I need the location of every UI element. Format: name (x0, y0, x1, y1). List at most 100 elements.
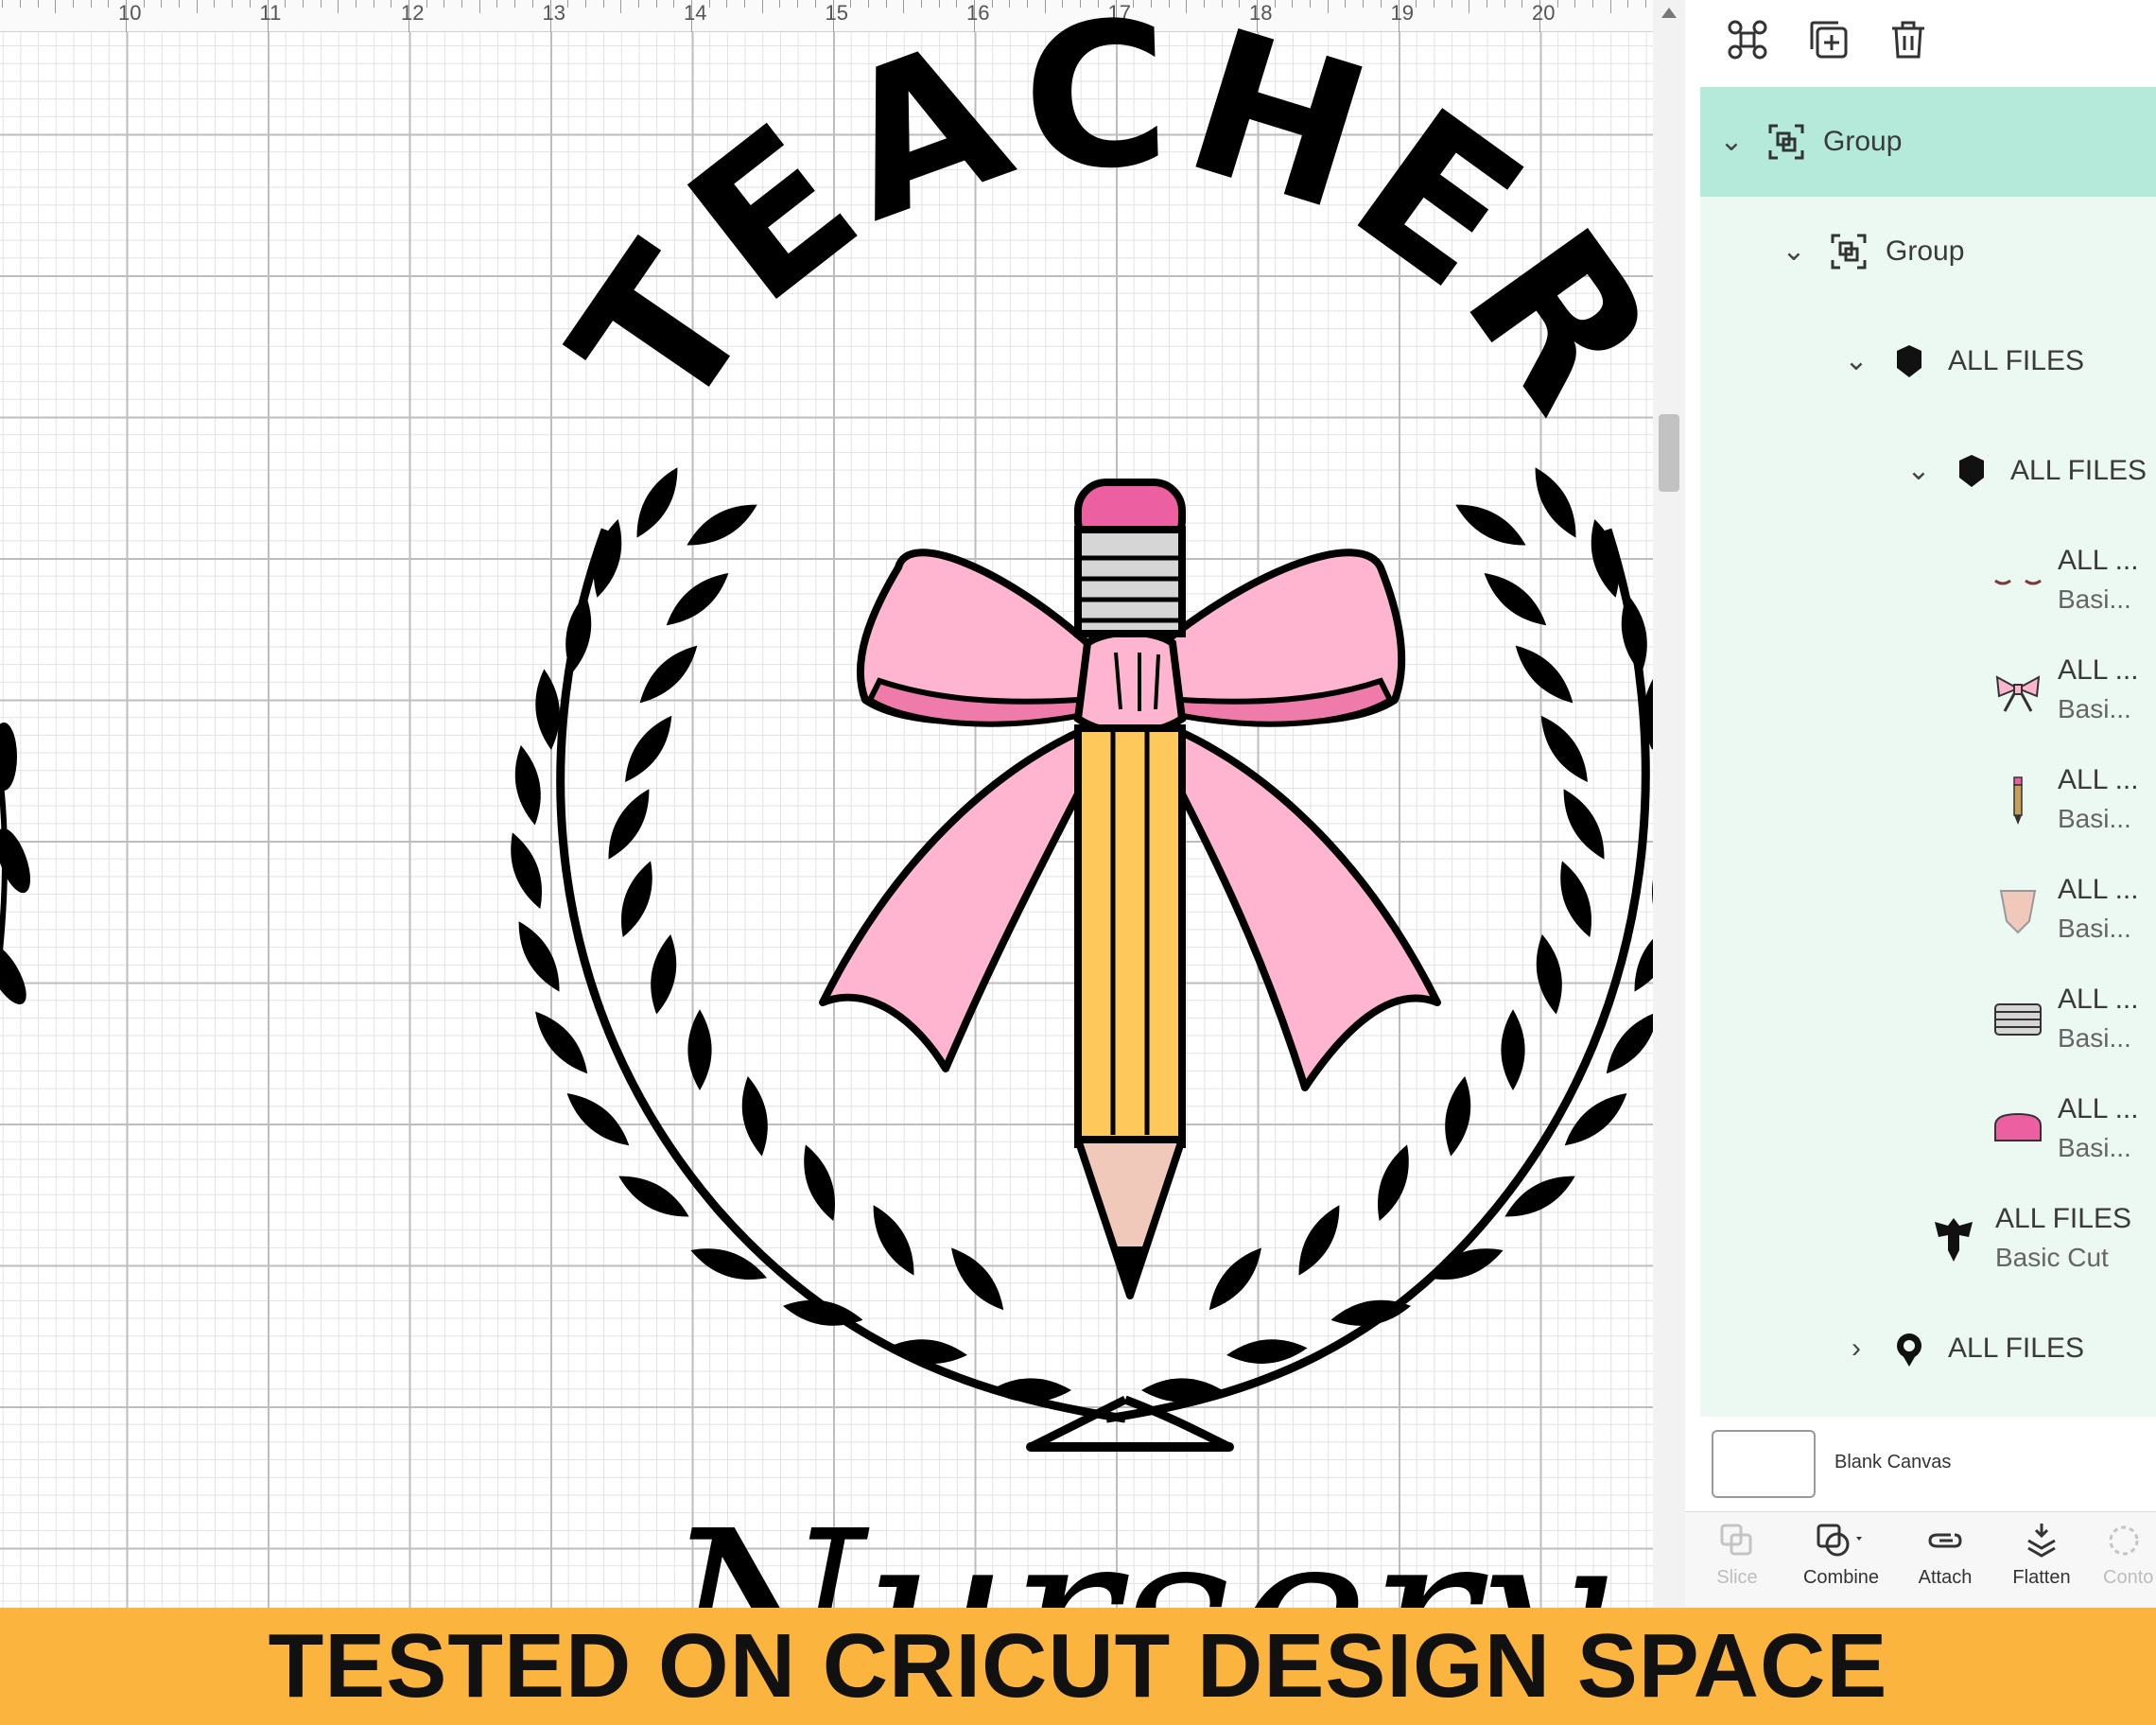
ungroup-icon[interactable] (1723, 15, 1772, 64)
duplicate-icon[interactable] (1804, 15, 1853, 64)
slice-label: Slice (1716, 1567, 1758, 1588)
flatten-icon (2027, 1524, 2056, 1558)
layer-row-group[interactable]: ⌄ Group (1700, 197, 2156, 306)
layer-sublabel: Basi... (2058, 1133, 2131, 1162)
laurel-leaf (990, 1378, 1071, 1403)
layer-row-ferrule[interactable]: ALL ... Basi... (1700, 965, 2156, 1074)
layer-sublabel: Basi... (2058, 804, 2131, 833)
laurel-leaf (794, 1141, 845, 1226)
laurel-leaf (631, 636, 706, 712)
bottom-toolbar: Slice Combine Attach Flatten Conto (1685, 1511, 2156, 1608)
design-canvas[interactable]: 10 11 12 13 14 15 16 17 18 19 20 TEACHE (0, 0, 1653, 1608)
layer-row-all-files[interactable]: ⌄ ALL FILES (1700, 416, 2156, 526)
bow-thumb (1991, 664, 2044, 717)
layer-row-eyelash[interactable]: ALL ... Basi... (1700, 526, 2156, 636)
layer-row-eraser[interactable]: ALL ... Basi... (1700, 1074, 2156, 1184)
pencil-thumb (1991, 774, 2044, 827)
combine-button[interactable]: Combine (1789, 1520, 1893, 1605)
laurel-leaf (1288, 1198, 1350, 1281)
laurel-leaf (1506, 636, 1582, 712)
layers-toolbar (1685, 0, 2156, 83)
combine-icon (1817, 1524, 1862, 1557)
laurel-leaf (1449, 494, 1532, 556)
layer-sublabel: Basi... (2058, 1023, 2131, 1053)
promo-banner: TESTED ON CRICUT DESIGN SPACE (0, 1608, 2156, 1725)
laurel-leaf (644, 932, 683, 1017)
laurel-leaf (862, 1198, 925, 1281)
delete-icon[interactable] (1884, 15, 1933, 64)
chevron-down-icon[interactable]: ⌄ (1904, 457, 1933, 485)
pencil[interactable] (1074, 479, 1186, 1299)
design-artwork[interactable]: TEACHER (0, 0, 1653, 1608)
flatten-label: Flatten (2012, 1567, 2071, 1588)
blank-canvas-label: Blank Canvas (1834, 1452, 1952, 1472)
laurel-leaf (687, 1009, 712, 1090)
laurel-leaf (1200, 1240, 1271, 1318)
slice-icon (1720, 1524, 1752, 1556)
layer-label: ALL ... (2058, 545, 2139, 576)
layer-label: ALL ... (2058, 984, 2139, 1015)
contour-button[interactable]: Conto (2090, 1520, 2156, 1605)
ferrule-thumb (1991, 993, 2044, 1046)
layer-row-group[interactable]: ⌄ Group (1700, 87, 2156, 197)
layer-sublabel: Basi... (2058, 694, 2131, 723)
layers-panel: ⌄ Group ⌄ Group ⌄ ALL FILES ⌄ ALL FILES (1685, 0, 2156, 1608)
laurel-leaf (1501, 1009, 1525, 1090)
layer-row-wood-tip[interactable]: ALL ... Basi... (1700, 855, 2156, 965)
layer-row-all-files[interactable]: ⌄ ALL FILES (1700, 306, 2156, 416)
blank-canvas-thumb[interactable] (1712, 1430, 1816, 1498)
chevron-down-icon[interactable]: ⌄ (1780, 237, 1808, 266)
layer-label: ALL FILES (1948, 345, 2084, 376)
slice-button[interactable]: Slice (1685, 1520, 1789, 1605)
paperclip-icon (1928, 1533, 1962, 1548)
layer-row-outline[interactable]: ALL FILES Basic Cut (1700, 1184, 2156, 1294)
laurel-leaf (611, 857, 662, 942)
laurel-leaf (1367, 1141, 1418, 1226)
group-icon (1766, 122, 1806, 162)
eyelash-thumb (1991, 554, 2044, 607)
group-icon (1829, 232, 1869, 271)
layer-sublabel: Basic Cut (1995, 1243, 2109, 1272)
flatten-button[interactable]: Flatten (1990, 1520, 2094, 1605)
laurel-leaf (1615, 591, 1653, 676)
laurel-leaf (942, 1240, 1013, 1318)
laurel-leaf (736, 1073, 774, 1159)
contour-label: Conto (2103, 1567, 2154, 1588)
shape-icon (1952, 451, 1991, 491)
laurel-leaf (885, 1335, 968, 1368)
laurel-leaf (1553, 782, 1615, 865)
chevron-down-icon[interactable]: ⌄ (1842, 347, 1870, 375)
layer-label: Group (1886, 235, 1965, 267)
scroll-thumb[interactable] (1659, 414, 1679, 492)
left-wreath-fragment (0, 723, 31, 1004)
combine-label: Combine (1802, 1567, 1880, 1588)
laurel-leaf (681, 494, 764, 556)
layer-label: ALL ... (2058, 654, 2139, 686)
layers-tree[interactable]: ⌄ Group ⌄ Group ⌄ ALL FILES ⌄ ALL FILES (1700, 87, 2156, 1417)
laurel-leaf (1438, 1073, 1477, 1159)
laurel-leaf (598, 782, 660, 865)
laurel-leaf (559, 591, 598, 676)
laurel-leaf (1551, 857, 1602, 942)
teacher-arch-text[interactable]: TEACHER (530, 0, 1653, 454)
laurel-leaf (1499, 1165, 1582, 1228)
nursery-script-text[interactable]: Nursery (660, 1482, 1608, 1608)
chevron-right-icon[interactable]: › (1842, 1334, 1870, 1363)
layer-row-all-files-collapsed[interactable]: › ALL FILES (1700, 1294, 2156, 1403)
scroll-up-arrow-icon[interactable] (1661, 8, 1677, 18)
laurel-leaf (612, 1165, 695, 1228)
attach-button[interactable]: Attach (1893, 1520, 1997, 1605)
wood-tip-thumb (1991, 883, 2044, 936)
blank-canvas-row[interactable]: Blank Canvas (1685, 1417, 2156, 1511)
chevron-down-icon[interactable]: ⌄ (1717, 128, 1746, 156)
laurel-leaf (1530, 932, 1569, 1017)
layer-row-bow[interactable]: ALL ... Basi... (1700, 636, 2156, 745)
contour-icon (2109, 1525, 2139, 1556)
layer-label: ALL FILES (1995, 1203, 2131, 1234)
layer-row-pencil[interactable]: ALL ... Basi... (1700, 745, 2156, 855)
laurel-leaf (1524, 461, 1587, 544)
canvas-vertical-scrollbar[interactable] (1653, 0, 1685, 1608)
laurel-leaf (501, 828, 552, 914)
laurel-leaf (1476, 564, 1555, 635)
layer-label: ALL FILES (1948, 1333, 2084, 1364)
